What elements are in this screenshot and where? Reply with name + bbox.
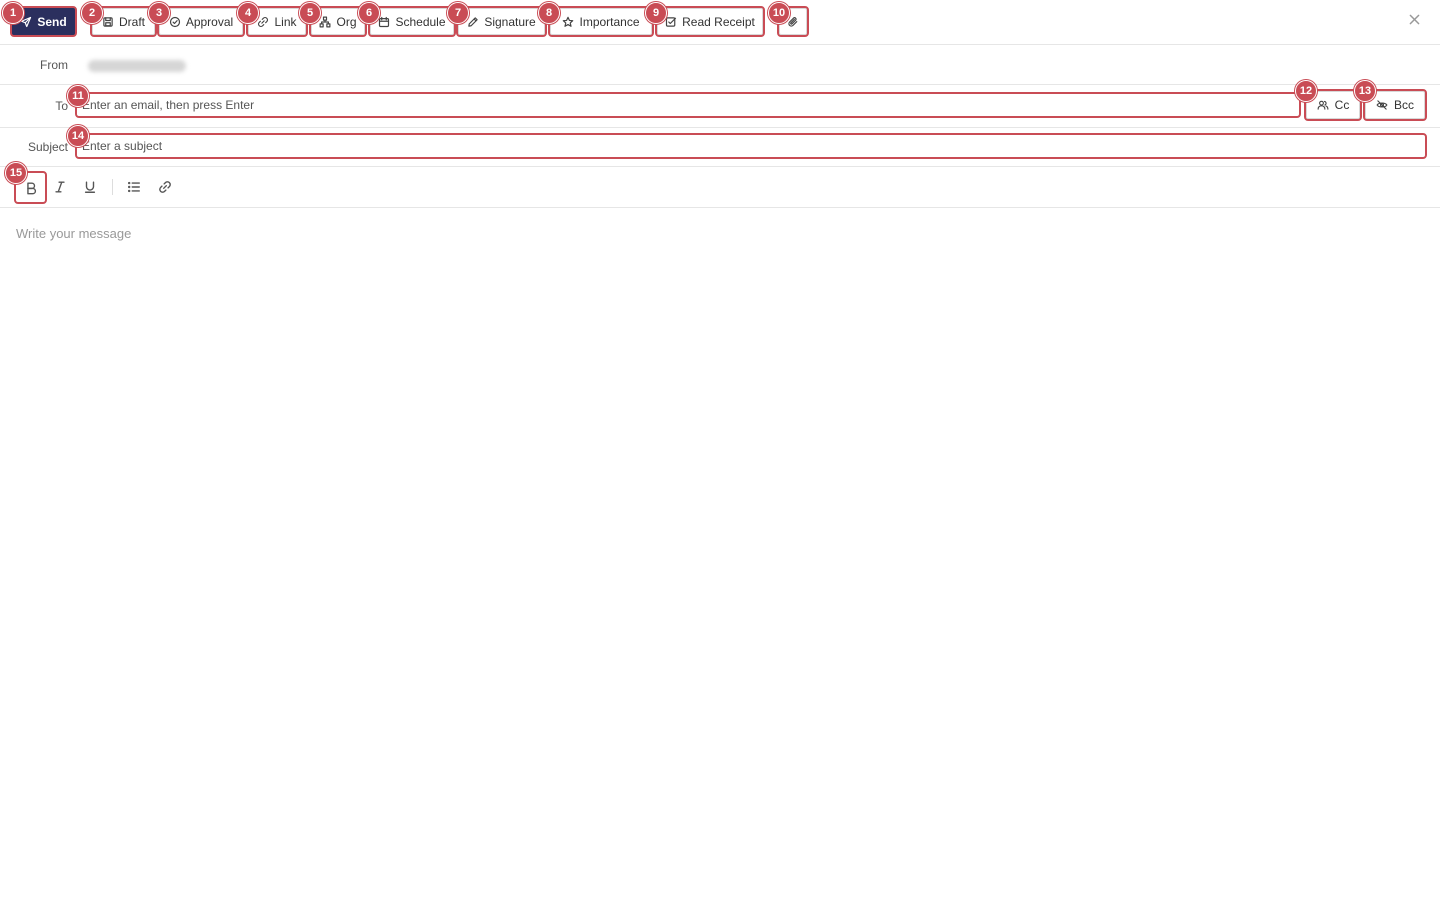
format-toolbar [0, 167, 1440, 208]
approval-button[interactable]: Approval [157, 6, 245, 37]
badge-8: 8 [538, 2, 560, 24]
from-row: From [0, 45, 1440, 85]
badge-3: 3 [148, 2, 170, 24]
badge-7: 7 [447, 2, 469, 24]
badge-2: 2 [81, 2, 103, 24]
draft-label: Draft [118, 14, 145, 29]
bold-icon [26, 181, 36, 194]
underline-icon [84, 181, 96, 193]
from-label: From [40, 58, 68, 72]
cc-label: Cc [1334, 98, 1350, 112]
read-receipt-button[interactable]: Read Receipt [655, 6, 765, 37]
badge-5: 5 [299, 2, 321, 24]
subject-placeholder: Enter a subject [82, 139, 163, 153]
compose-toolbar: Send Draft Approval Link Org Schedule Si… [0, 0, 1440, 45]
schedule-label: Schedule [395, 14, 446, 29]
approval-label: Approval [185, 14, 234, 29]
pen-icon [468, 16, 479, 27]
send-label: Send [37, 14, 67, 29]
signature-button[interactable]: Signature [456, 6, 547, 37]
message-placeholder: Write your message [16, 226, 132, 241]
subject-label: Subject [27, 140, 68, 154]
italic-button[interactable] [45, 172, 75, 202]
message-editor[interactable]: Write your message [0, 208, 1440, 900]
badge-14: 14 [67, 125, 89, 147]
to-row: To Enter an email, then press Enter Cc B… [0, 85, 1440, 128]
org-label: Org [336, 14, 357, 29]
link-label: Link [274, 14, 297, 29]
org-chart-icon [320, 16, 331, 27]
eye-off-icon [1376, 100, 1388, 110]
from-address-blurred [88, 60, 186, 72]
link-icon [159, 181, 171, 193]
schedule-button[interactable]: Schedule [368, 6, 456, 37]
link-icon [258, 16, 269, 27]
badge-12: 12 [1295, 80, 1317, 102]
bulleted-list-icon [127, 181, 140, 193]
importance-button[interactable]: Importance [548, 6, 654, 37]
users-icon [1317, 100, 1329, 110]
badge-9: 9 [645, 2, 667, 24]
calendar-icon [379, 16, 390, 27]
star-icon [563, 16, 574, 27]
to-field[interactable]: Enter an email, then press Enter [75, 92, 1301, 118]
save-icon [103, 16, 113, 27]
read-receipt-label: Read Receipt [682, 14, 755, 29]
to-placeholder: Enter an email, then press Enter [82, 98, 255, 112]
close-button[interactable] [1406, 11, 1422, 27]
badge-10: 10 [768, 2, 790, 24]
badge-11: 11 [67, 85, 89, 107]
close-icon [1409, 14, 1419, 24]
bulleted-list-button[interactable] [119, 172, 149, 202]
importance-label: Importance [579, 14, 640, 29]
format-separator [112, 179, 113, 195]
subject-row: Subject Enter a subject [0, 128, 1440, 167]
to-label: To [55, 99, 68, 113]
signature-label: Signature [484, 14, 536, 29]
check-circle-icon [169, 16, 180, 27]
badge-13: 13 [1354, 80, 1376, 102]
insert-link-button[interactable] [150, 172, 180, 202]
underline-button[interactable] [75, 172, 105, 202]
bcc-label: Bcc [1393, 98, 1414, 112]
subject-field[interactable]: Enter a subject [75, 133, 1427, 159]
badge-15: 15 [5, 162, 27, 184]
checkbox-icon [666, 16, 677, 27]
badge-6: 6 [358, 2, 380, 24]
badge-1: 1 [2, 2, 24, 24]
italic-icon [55, 181, 65, 193]
badge-4: 4 [237, 2, 259, 24]
